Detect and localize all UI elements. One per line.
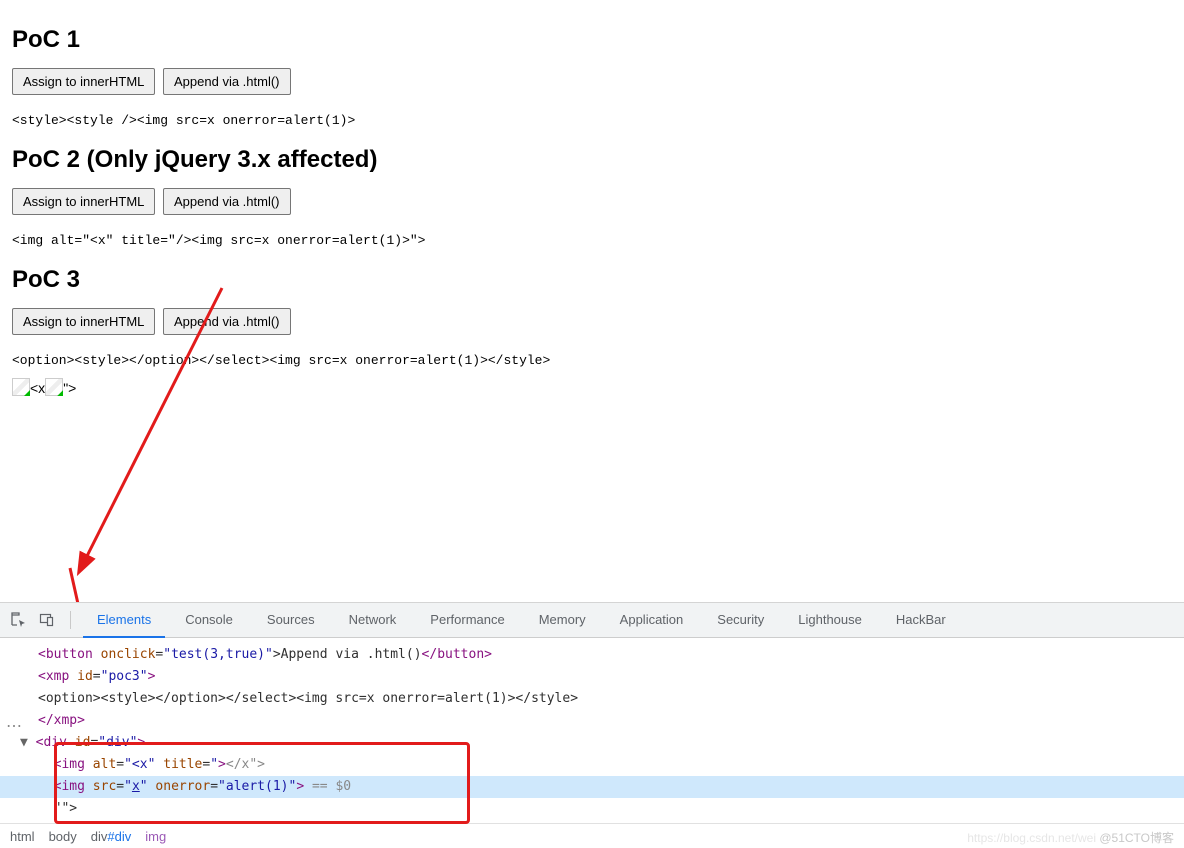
crumb-body[interactable]: body [49,829,77,844]
tab-network[interactable]: Network [335,603,411,637]
watermark: https://blog.csdn.net/wei @51CTO博客 [967,829,1174,846]
poc3-code: <option><style></option></select><img sr… [12,353,1172,368]
tab-lighthouse[interactable]: Lighthouse [784,603,876,637]
devtools-toolbar: Elements Console Sources Network Perform… [0,603,1184,638]
rendered-text-2: "> [63,380,76,396]
poc1-append-html-button[interactable]: Append via .html() [163,68,291,95]
tab-application[interactable]: Application [606,603,698,637]
dom-line-button[interactable]: <button onclick="test(3,true)">Append vi… [38,644,1184,666]
dom-line-img2-selected[interactable]: <img src="x" onerror="alert(1)"> == $0 [0,776,1184,798]
tab-console[interactable]: Console [171,603,247,637]
inspect-element-icon[interactable] [8,609,30,631]
device-toolbar-icon[interactable] [36,609,58,631]
dom-line-div-open[interactable]: ▼ <div id="div"> [20,732,1184,754]
broken-image-icon [12,378,30,396]
poc3-append-html-button[interactable]: Append via .html() [163,308,291,335]
tab-sources[interactable]: Sources [253,603,329,637]
tab-hackbar[interactable]: HackBar [882,603,960,637]
poc1-assign-innerhtml-button[interactable]: Assign to innerHTML [12,68,155,95]
rendered-text-1: <x [30,380,45,396]
dom-line-stray1[interactable]: ""> [38,798,1184,820]
poc2-heading: PoC 2 (Only jQuery 3.x affected) [12,146,1172,174]
tab-memory[interactable]: Memory [525,603,600,637]
tab-elements[interactable]: Elements [83,603,165,638]
poc2-code: <img alt="<x" title="/><img src=x onerro… [12,233,1172,248]
page-top: PoC 1 Assign to innerHTML Append via .ht… [0,0,1184,396]
dom-line-xmp-open[interactable]: <xmp id="poc3"> [38,666,1184,688]
poc2-assign-innerhtml-button[interactable]: Assign to innerHTML [12,188,155,215]
poc1-code: <style><style /><img src=x onerror=alert… [12,113,1172,128]
tab-performance[interactable]: Performance [416,603,518,637]
poc3-heading: PoC 3 [12,266,1172,294]
tab-security[interactable]: Security [703,603,778,637]
caret-down-icon[interactable]: ▼ [20,735,28,750]
devtools-panel: Elements Console Sources Network Perform… [0,602,1184,848]
poc2-append-html-button[interactable]: Append via .html() [163,188,291,215]
poc3-rendered-output: <x "> [12,378,1172,396]
overflow-indicator-icon: ⋯ [6,716,22,736]
crumb-img[interactable]: img [145,829,166,844]
poc3-button-row: Assign to innerHTML Append via .html() [12,308,1172,335]
poc1-heading: PoC 1 [12,26,1172,54]
poc3-assign-innerhtml-button[interactable]: Assign to innerHTML [12,308,155,335]
dom-line-img1[interactable]: <img alt="<x" title="></x"> [38,754,1184,776]
crumb-html[interactable]: html [10,829,35,844]
elements-tree[interactable]: <button onclick="test(3,true)">Append vi… [0,638,1184,820]
broken-image-icon [45,378,63,396]
poc1-button-row: Assign to innerHTML Append via .html() [12,68,1172,95]
poc2-button-row: Assign to innerHTML Append via .html() [12,188,1172,215]
toolbar-separator [70,611,71,629]
dom-line-xmp-close[interactable]: </xmp> [38,710,1184,732]
dom-line-xmp-text[interactable]: <option><style></option></select><img sr… [38,688,1184,710]
crumb-div[interactable]: div#div [91,829,131,844]
